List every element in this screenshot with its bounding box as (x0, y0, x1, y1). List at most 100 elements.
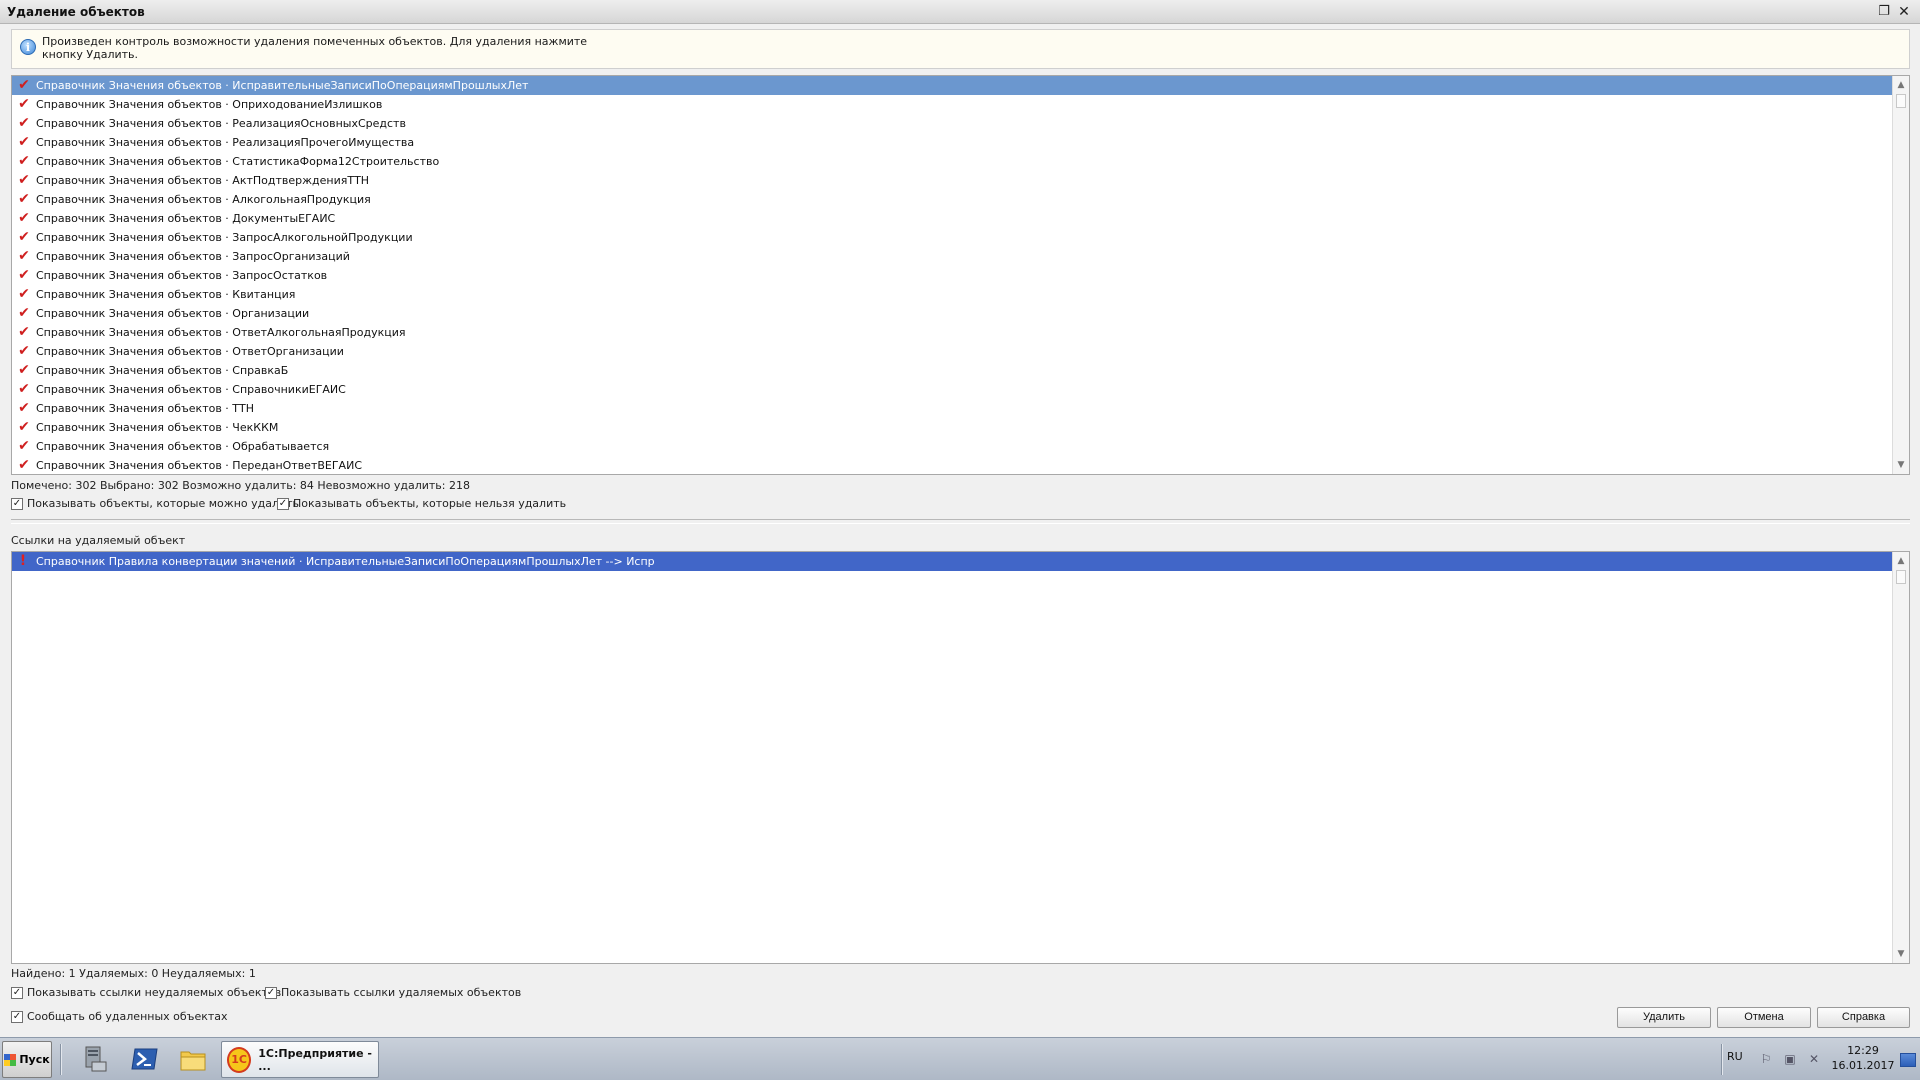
network-icon[interactable]: ▣ (1782, 1051, 1798, 1067)
tray-separator (1721, 1044, 1723, 1075)
checkbox-checked-icon[interactable]: ✓ (11, 497, 23, 510)
references-rows: ! Справочник Правила конвертации значений… (12, 552, 1892, 963)
object-row[interactable]: ✔ Справочник Значения объектов · Реализац… (12, 133, 1892, 152)
object-row-label: Справочник Значения объектов · Обрабатыв… (36, 440, 330, 453)
1c-logo-icon: 1С (227, 1046, 252, 1073)
taskbar: Пуск 1С 1С:Предприятие - ... RU ⚐ ▣ ✕ 12… (0, 1037, 1920, 1080)
object-row-label: Справочник Значения объектов · Справочни… (36, 383, 346, 396)
object-row[interactable]: ✔ Справочник Значения объектов · АктПодтв… (12, 171, 1892, 190)
explorer-folder-icon[interactable] (178, 1044, 208, 1074)
checkbox-checked-icon[interactable]: ✓ (11, 1010, 23, 1023)
checkbox-checked-icon[interactable]: ✓ (11, 986, 23, 999)
scroll-down-icon[interactable]: ▼ (1893, 946, 1909, 962)
object-row[interactable]: ✔ Справочник Значения объектов · ПереданО… (12, 456, 1892, 474)
delete-button[interactable]: Удалить (1617, 1007, 1711, 1028)
references-scrollbar[interactable]: ▲ ▼ (1892, 552, 1909, 963)
marked-check-icon: ✔ (18, 134, 30, 150)
start-button[interactable]: Пуск (2, 1041, 52, 1078)
checkbox-checked-icon[interactable]: ✓ (277, 497, 289, 510)
help-button[interactable]: Справка (1817, 1007, 1910, 1028)
show-deletable-checkbox[interactable]: ✓ Показывать объекты, которые можно удал… (11, 497, 299, 510)
marked-check-icon: ✔ (18, 343, 30, 359)
object-row[interactable]: ✔ Справочник Значения объектов · Статисти… (12, 152, 1892, 171)
object-row-label: Справочник Значения объектов · ЗапросОст… (36, 269, 328, 282)
marked-check-icon: ✔ (18, 419, 30, 435)
object-row[interactable]: ✔ Справочник Значения объектов · ЗапросОс… (12, 266, 1892, 285)
scroll-up-icon[interactable]: ▲ (1893, 77, 1909, 93)
object-row-label: Справочник Значения объектов · Документы… (36, 212, 336, 225)
cancel-button[interactable]: Отмена (1717, 1007, 1811, 1028)
reference-row[interactable]: ! Справочник Правила конвертации значений… (12, 552, 1892, 571)
window-title: Удаление объектов (7, 5, 145, 19)
references-label: Ссылки на удаляемый объект (11, 534, 186, 547)
object-row[interactable]: ✔ Справочник Значения объектов · Справочн… (12, 380, 1892, 399)
show-undeletable-refs-label: Показывать ссылки неудаляемых объектов (27, 986, 282, 999)
object-row-label: Справочник Значения объектов · Организац… (36, 307, 310, 320)
object-row[interactable]: ✔ Справочник Значения объектов · ЗапросАл… (12, 228, 1892, 247)
action-center-flag-icon[interactable]: ⚐ (1758, 1051, 1774, 1067)
marked-check-icon: ✔ (18, 172, 30, 188)
references-list[interactable]: ! Справочник Правила конвертации значений… (11, 551, 1910, 964)
report-deleted-checkbox[interactable]: ✓ Сообщать об удаленных объектах (11, 1010, 228, 1023)
objects-list[interactable]: ✔ Справочник Значения объектов · Исправит… (11, 75, 1910, 475)
clock-date: 16.01.2017 (1831, 1059, 1895, 1072)
object-row-label: Справочник Значения объектов · ЗапросОрг… (36, 250, 350, 263)
report-deleted-label: Сообщать об удаленных объектах (27, 1010, 228, 1023)
clock-time: 12:29 (1847, 1044, 1879, 1057)
object-row-label: Справочник Значения объектов · Реализаци… (36, 117, 406, 130)
object-row-label: Справочник Значения объектов · ЗапросАлк… (36, 231, 413, 244)
scroll-up-icon[interactable]: ▲ (1893, 553, 1909, 569)
panel-splitter[interactable] (11, 519, 1910, 524)
checkbox-checked-icon[interactable]: ✓ (265, 986, 277, 999)
powershell-icon[interactable] (130, 1044, 160, 1074)
show-desktop-button[interactable] (1900, 1053, 1916, 1067)
object-row-label: Справочник Значения объектов · ОтветОрга… (36, 345, 344, 358)
object-row-label: Справочник Значения объектов · ТТН (36, 402, 255, 415)
show-deletable-refs-label: Показывать ссылки удаляемых объектов (281, 986, 522, 999)
language-indicator[interactable]: RU (1727, 1050, 1743, 1063)
object-row[interactable]: ✔ Справочник Значения объектов · Алкоголь… (12, 190, 1892, 209)
objects-status: Помечено: 302 Выбрано: 302 Возможно удал… (11, 479, 470, 492)
marked-check-icon: ✔ (18, 381, 30, 397)
object-row-label: Справочник Значения объектов · Алкогольн… (36, 193, 371, 206)
object-row[interactable]: ✔ Справочник Значения объектов · Оприходо… (12, 95, 1892, 114)
object-row[interactable]: ✔ Справочник Значения объектов · Квитанци… (12, 285, 1892, 304)
object-row[interactable]: ✔ Справочник Значения объектов · Исправит… (12, 76, 1892, 95)
clock[interactable]: 12:29 16.01.2017 (1828, 1043, 1898, 1073)
restore-icon[interactable]: ❐ (1876, 4, 1892, 20)
object-row[interactable]: ✔ Справочник Значения объектов · Реализац… (12, 114, 1892, 133)
object-row[interactable]: ✔ Справочник Значения объектов · Обрабаты… (12, 437, 1892, 456)
close-icon[interactable]: ✕ (1896, 4, 1912, 20)
info-icon: i (20, 39, 36, 55)
object-row[interactable]: ✔ Справочник Значения объектов · Документ… (12, 209, 1892, 228)
scroll-thumb[interactable] (1896, 570, 1906, 584)
object-row-label: Справочник Значения объектов · ОтветАлко… (36, 326, 406, 339)
objects-scrollbar[interactable]: ▲ ▼ (1892, 76, 1909, 474)
object-row[interactable]: ✔ Справочник Значения объектов · ОтветАлк… (12, 323, 1892, 342)
scroll-down-icon[interactable]: ▼ (1893, 457, 1909, 473)
marked-check-icon: ✔ (18, 77, 30, 93)
marked-check-icon: ✔ (18, 96, 30, 112)
object-row[interactable]: ✔ Справочник Значения объектов · ТТН (12, 399, 1892, 418)
object-row[interactable]: ✔ Справочник Значения объектов · СправкаБ (12, 361, 1892, 380)
marked-check-icon: ✔ (18, 305, 30, 321)
taskbar-app-label: 1С:Предприятие - ... (258, 1046, 372, 1073)
show-deletable-refs-checkbox[interactable]: ✓ Показывать ссылки удаляемых объектов (265, 986, 521, 999)
volume-muted-icon[interactable]: ✕ (1806, 1051, 1822, 1067)
show-undeletable-refs-checkbox[interactable]: ✓ Показывать ссылки неудаляемых объектов (11, 986, 281, 999)
marked-check-icon: ✔ (18, 248, 30, 264)
windows-logo-icon (4, 1053, 17, 1066)
taskbar-separator (60, 1044, 62, 1075)
object-row[interactable]: ✔ Справочник Значения объектов · ЧекККМ (12, 418, 1892, 437)
scroll-thumb[interactable] (1896, 94, 1906, 108)
undeletable-warning-icon: ! (19, 553, 27, 569)
taskbar-app-1c[interactable]: 1С 1С:Предприятие - ... (221, 1041, 379, 1078)
marked-check-icon: ✔ (18, 324, 30, 340)
server-manager-icon[interactable] (80, 1044, 110, 1074)
object-row[interactable]: ✔ Справочник Значения объектов · Организа… (12, 304, 1892, 323)
marked-check-icon: ✔ (18, 457, 30, 473)
object-row[interactable]: ✔ Справочник Значения объектов · ЗапросОр… (12, 247, 1892, 266)
show-undeletable-checkbox[interactable]: ✓ Показывать объекты, которые нельзя уда… (277, 497, 566, 510)
object-row-label: Справочник Значения объектов · Реализаци… (36, 136, 415, 149)
object-row[interactable]: ✔ Справочник Значения объектов · ОтветОрг… (12, 342, 1892, 361)
